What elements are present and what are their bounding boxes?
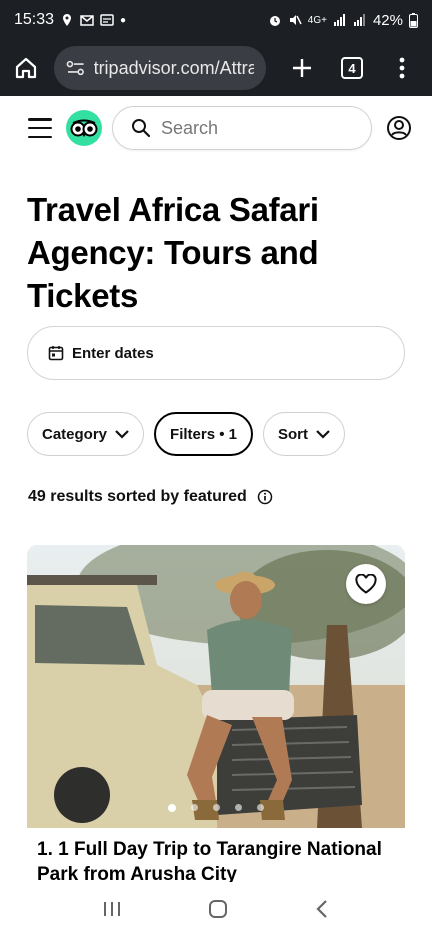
heart-icon — [355, 574, 377, 594]
enter-dates-button[interactable]: Enter dates — [27, 326, 405, 380]
battery-icon — [409, 12, 418, 28]
carousel-dot[interactable] — [213, 804, 220, 811]
info-icon[interactable] — [257, 489, 273, 505]
chevron-down-icon — [316, 429, 330, 439]
tour-title-link[interactable]: 1. 1 Full Day Trip to Tarangire National… — [37, 837, 397, 887]
results-count-text: 49 results sorted by featured — [28, 488, 247, 505]
filters-pill[interactable]: Filters • 1 — [154, 412, 253, 456]
battery-percent: 42% — [372, 11, 403, 29]
notification-dot-icon: ● — [120, 14, 127, 26]
filter-pills: Category Filters • 1 Sort — [27, 412, 345, 456]
enter-dates-label: Enter dates — [72, 344, 154, 362]
more-vertical-icon — [399, 57, 405, 79]
owl-logo-icon — [70, 119, 98, 137]
carousel-dot[interactable] — [191, 804, 198, 811]
signal-icon — [333, 14, 345, 26]
status-time: 15:33 — [14, 11, 55, 28]
tab-switcher-button[interactable]: 4 — [334, 50, 370, 86]
carousel-dots — [27, 804, 405, 812]
calendar-icon — [48, 346, 64, 361]
message-icon — [100, 14, 114, 26]
plus-icon — [293, 59, 311, 77]
tab-count: 4 — [341, 57, 363, 79]
sort-pill[interactable]: Sort — [262, 412, 345, 456]
filters-pill-label: Filters • 1 — [170, 425, 237, 443]
search-icon — [132, 119, 151, 138]
alarm-icon — [269, 16, 280, 26]
hamburger-menu-icon[interactable] — [28, 118, 52, 138]
site-settings-icon[interactable] — [66, 59, 86, 77]
results-summary: 49 results sorted by featured — [28, 488, 273, 506]
url-text: tripadvisor.com/Attra — [93, 57, 254, 78]
carousel-dot[interactable] — [235, 804, 242, 811]
carousel-dot[interactable] — [257, 804, 264, 811]
home-button[interactable] — [8, 50, 44, 86]
search-box[interactable] — [112, 106, 372, 150]
network-type-label: 4G+ — [307, 14, 327, 26]
new-tab-button[interactable] — [284, 50, 320, 86]
chevron-down-icon — [115, 429, 129, 439]
category-pill-label: Category — [42, 425, 108, 443]
tour-card[interactable]: 1. 1 Full Day Trip to Tarangire National… — [27, 545, 405, 890]
location-icon — [63, 14, 72, 26]
status-bar: 15:33 ● 4G+ 42% — [0, 0, 432, 40]
category-pill[interactable]: Category — [27, 412, 145, 456]
tripadvisor-logo[interactable] — [66, 110, 102, 146]
url-bar[interactable]: tripadvisor.com/Attra — [54, 46, 266, 90]
signal-2-icon — [353, 14, 365, 26]
gmail-icon — [80, 15, 94, 26]
save-to-trip-button[interactable] — [346, 564, 386, 604]
home-icon — [15, 57, 37, 79]
back-icon[interactable] — [314, 898, 330, 920]
browser-menu-button[interactable] — [384, 50, 420, 86]
browser-toolbar: tripadvisor.com/Attra 4 — [0, 40, 432, 96]
sort-pill-label: Sort — [277, 425, 308, 443]
site-header — [0, 96, 432, 160]
mute-icon — [289, 15, 302, 25]
home-nav-icon[interactable] — [207, 898, 229, 920]
user-profile-icon[interactable] — [386, 115, 412, 141]
recent-apps-icon[interactable] — [102, 899, 122, 919]
system-navigation-bar — [0, 882, 432, 936]
page-title: Travel Africa Safari Agency: Tours and T… — [27, 191, 319, 314]
search-input[interactable] — [161, 117, 351, 139]
carousel-dot[interactable] — [168, 804, 176, 812]
